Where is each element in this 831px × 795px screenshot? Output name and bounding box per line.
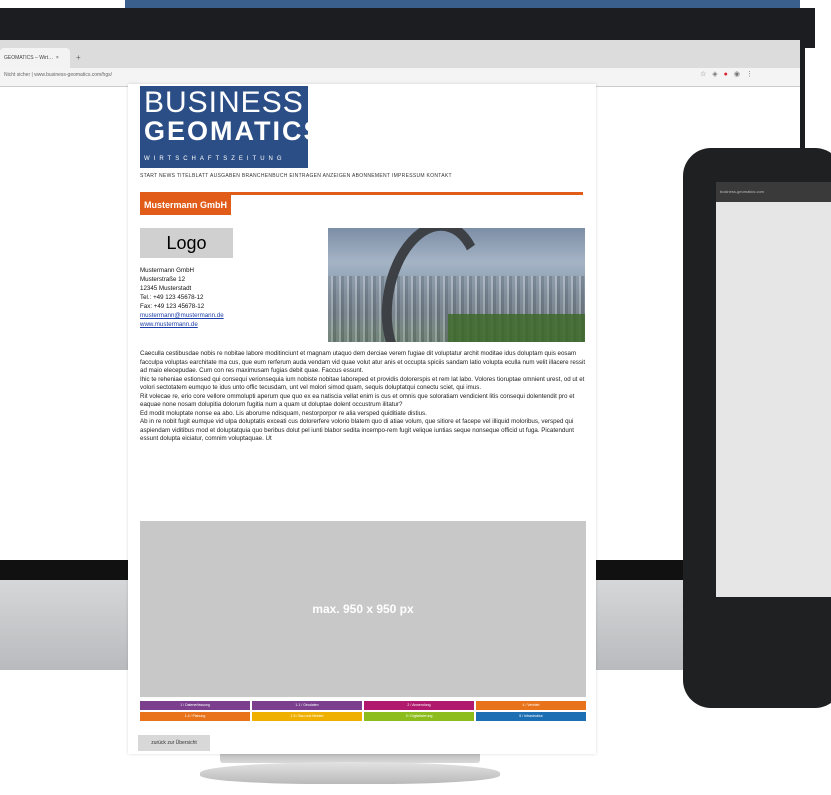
imac-stand-foot <box>200 762 500 784</box>
company-city: 12345 Musterstadt <box>140 285 192 292</box>
browser-tab-title: GEOMATICS – Wirt… <box>4 55 54 61</box>
site-navigation[interactable]: START NEWS TITELBLATT AUSGABEN BRANCHENB… <box>140 173 470 179</box>
email-link[interactable]: mustermann@mustermann.de <box>140 312 224 319</box>
category-tag[interactable]: 1 / Datenerfassung <box>140 701 250 710</box>
website-link[interactable]: www.mustermann.de <box>140 321 198 328</box>
contact-block: Mustermann GmbH Musterstraße 12 12345 Mu… <box>140 266 224 329</box>
category-tag[interactable]: 2 / Anwendung <box>364 701 474 710</box>
category-tag[interactable]: 1.1 / Geodaten <box>252 701 362 710</box>
company-street: Musterstraße 12 <box>140 276 186 283</box>
category-tag[interactable]: 1.5 / Bau und Betrieb <box>252 712 362 721</box>
star-icon[interactable]: ☆ <box>700 71 712 78</box>
logo-line-1: BUSINESS <box>144 86 304 119</box>
background-strip <box>125 0 800 8</box>
description-paragraph: Caeculla cestibusdae nobis re nobitae la… <box>140 350 586 374</box>
image-placeholder: max. 950 x 950 px <box>140 521 586 697</box>
back-to-overview-button[interactable]: zurück zur Übersicht <box>138 735 210 751</box>
logo-line-2: GEOMATICS <box>144 116 324 146</box>
account-icon[interactable]: ◉ <box>734 71 746 78</box>
adblock-icon[interactable]: ● <box>724 71 734 78</box>
company-title-tab: Mustermann GmbH <box>140 195 232 215</box>
description-paragraph: Ed modit moluptate nonse ea abo. Lis abo… <box>140 409 427 417</box>
company-logo-placeholder: Logo <box>140 228 233 258</box>
description-paragraph: Ab in re nobit fugit eumque vid ulpa dol… <box>140 418 574 442</box>
menu-icon[interactable]: ⋮ <box>746 71 759 78</box>
category-row: 1.4 / Planung 1.5 / Bau und Betrieb 3 / … <box>140 712 586 721</box>
category-row: 1 / Datenerfassung 1.1 / Geodaten 2 / An… <box>140 701 586 710</box>
extension-icon[interactable]: ◈ <box>712 71 723 78</box>
description-paragraph: Rit volecae re, erio core vellore ommolu… <box>140 392 575 409</box>
category-bar: 1 / Datenerfassung 1.1 / Geodaten 2 / An… <box>140 701 586 723</box>
tablet-screen <box>716 182 831 597</box>
category-tag[interactable]: 1.4 / Planung <box>140 712 250 721</box>
browser-url[interactable]: Nicht sicher | www.business-geomatics.co… <box>4 72 112 78</box>
site-logo[interactable]: BUSINESS GEOMATICS WIRTSCHAFTSZEITUNG <box>140 86 322 168</box>
company-fax: Fax: +49 123 45678-12 <box>140 303 205 310</box>
new-tab-button[interactable]: + <box>76 53 81 62</box>
company-photo <box>328 228 585 342</box>
company-description: Caeculla cestibusdae nobis re nobitae la… <box>140 350 586 444</box>
company-name: Mustermann GmbH <box>140 267 194 274</box>
category-tag[interactable]: 3 / Digitalisierung <box>364 712 474 721</box>
browser-toolbar-icons: ☆◈●◉⋮ <box>700 70 759 78</box>
browser-tab-bar <box>0 40 800 68</box>
company-tel: Tel.: +49 123 45678-12 <box>140 294 204 301</box>
browser-tab[interactable]: GEOMATICS – Wirt… × <box>0 48 70 68</box>
category-tag[interactable]: 4 / Vertrieb <box>476 701 586 710</box>
description-paragraph: Ihic te reheniae estionsed qui consequi … <box>140 375 585 392</box>
logo-line-3: WIRTSCHAFTSZEITUNG <box>144 156 286 162</box>
close-icon[interactable]: × <box>54 55 59 61</box>
tablet-url-bar: business-geomatics.com <box>716 182 831 202</box>
category-tag[interactable]: 5 / Infrastruktur <box>476 712 586 721</box>
